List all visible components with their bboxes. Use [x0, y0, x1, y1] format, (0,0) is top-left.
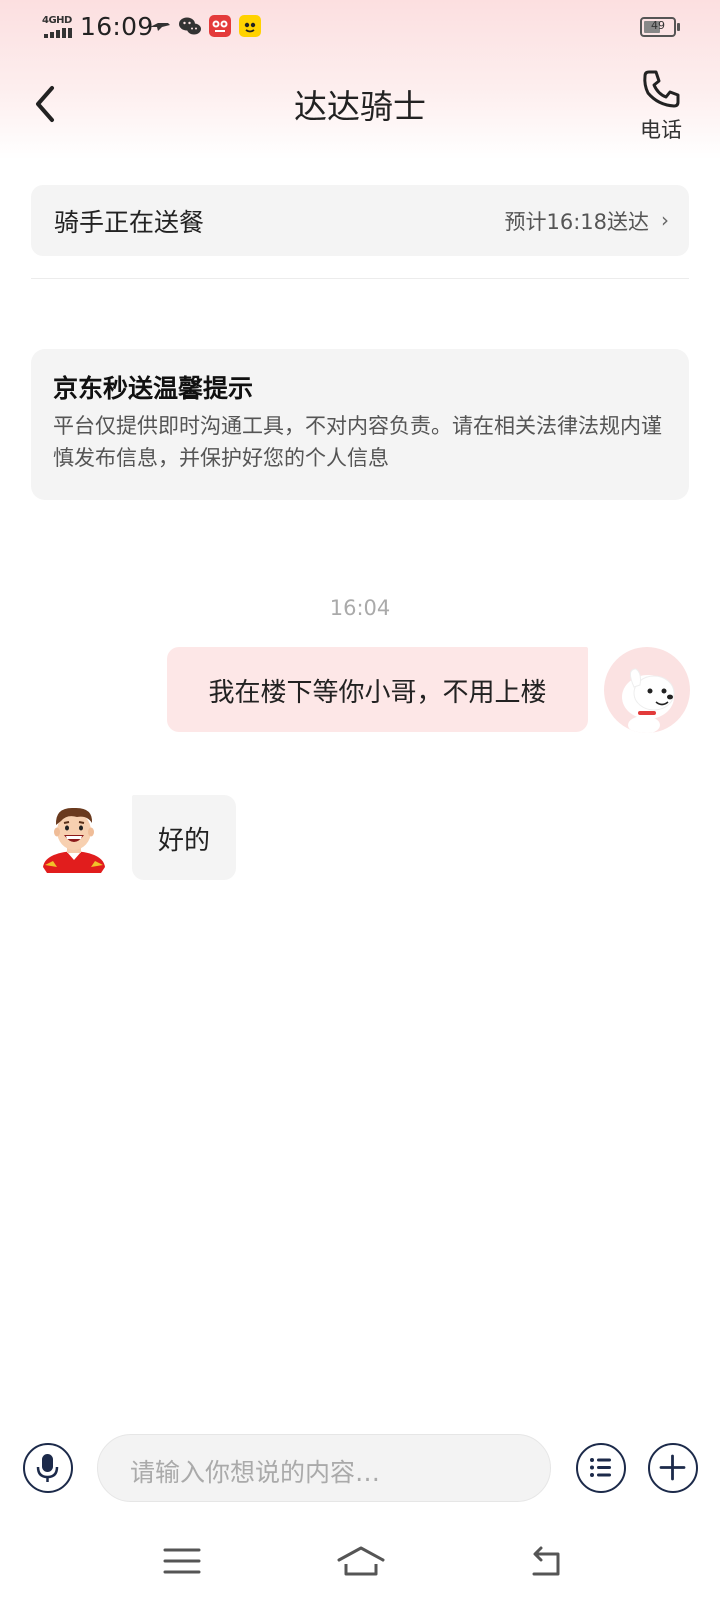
status-bar: 4GHD 16:09 49 [0, 0, 720, 56]
notice-title: 京东秒送温馨提示 [53, 374, 254, 403]
chat-header: 达达骑士 电话 [0, 56, 720, 151]
incoming-message-bubble[interactable]: 好的 [132, 795, 236, 880]
menu-button[interactable] [157, 1540, 207, 1584]
delivery-status-card[interactable]: 骑手正在送餐 预计16:18送达 › [31, 185, 689, 256]
back-icon [532, 1546, 560, 1576]
message-input-bar: 请输入你想说的内容… [0, 1424, 720, 1514]
speedboat-icon [148, 14, 172, 38]
chevron-left-icon [36, 86, 54, 122]
phone-label: 电话 [640, 118, 682, 142]
rider-avatar[interactable] [31, 797, 117, 883]
system-navigation-bar [0, 1530, 720, 1600]
home-button[interactable] [336, 1540, 386, 1584]
menu-icon [163, 1548, 201, 1574]
notice-body: 平台仅提供即时沟通工具，不对内容负责。请在相关法律法规内谨慎发布信息，并保护好您… [53, 414, 662, 470]
message-input[interactable]: 请输入你想说的内容… [97, 1434, 551, 1502]
chevron-right-icon: › [661, 208, 669, 232]
battery-indicator: 49 [640, 17, 680, 37]
taobao-icon [208, 14, 232, 38]
home-icon [337, 1546, 385, 1576]
list-icon [590, 1458, 611, 1477]
signal-icon [44, 28, 74, 38]
input-placeholder: 请输入你想说的内容… [130, 1458, 381, 1487]
quick-phrases-button[interactable] [576, 1443, 626, 1493]
phone-icon [643, 70, 680, 108]
divider [31, 278, 689, 279]
meituan-icon [238, 14, 262, 38]
back-button[interactable] [26, 78, 66, 130]
message-text: 好的 [157, 826, 210, 856]
more-button[interactable] [648, 1443, 698, 1493]
microphone-icon [36, 1454, 59, 1482]
phone-button[interactable]: 电话 [626, 66, 696, 148]
delivery-eta: 预计16:18送达 [504, 210, 649, 234]
wechat-icon [178, 14, 202, 38]
network-label: 4GHD [42, 15, 72, 26]
notice-card: 京东秒送温馨提示 平台仅提供即时沟通工具，不对内容负责。请在相关法律法规内谨慎发… [31, 349, 689, 500]
rider-avatar-icon [43, 807, 105, 873]
page-title: 达达骑士 [294, 87, 426, 126]
joy-dog-avatar-icon [622, 668, 675, 733]
back-nav-button[interactable] [524, 1540, 574, 1584]
status-time: 16:09 [80, 12, 154, 41]
battery-level: 49 [651, 19, 665, 32]
network-indicator: 4GHD [42, 15, 74, 39]
message-text: 我在楼下等你小哥，不用上楼 [208, 678, 547, 708]
delivery-status: 骑手正在送餐 [54, 208, 205, 237]
plus-icon [659, 1454, 686, 1481]
user-avatar[interactable] [604, 647, 690, 733]
voice-button[interactable] [23, 1443, 73, 1493]
outgoing-message-bubble[interactable]: 我在楼下等你小哥，不用上楼 [167, 647, 588, 732]
message-timestamp: 16:04 [329, 596, 391, 620]
